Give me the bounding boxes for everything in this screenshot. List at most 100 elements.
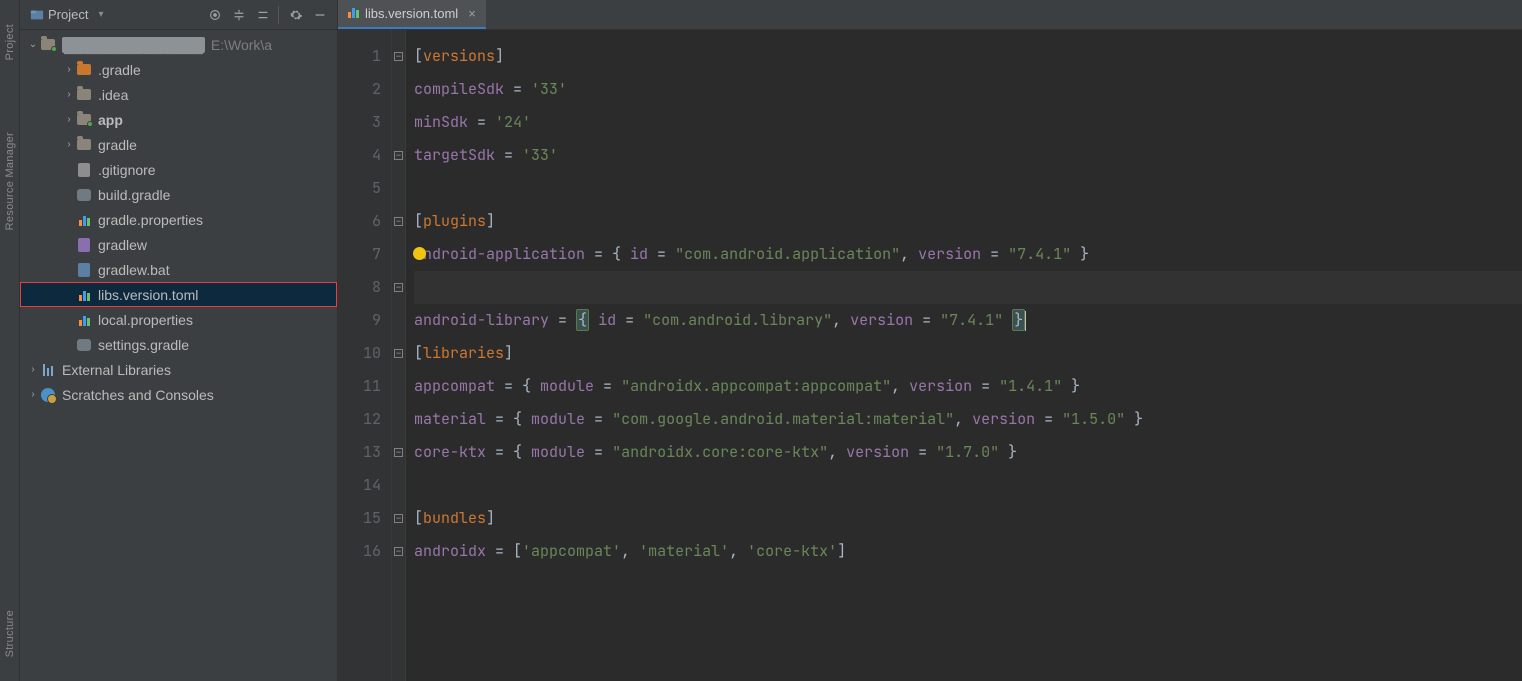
tree-item[interactable]: gradlew (20, 232, 337, 257)
tree-item[interactable]: .gitignore (20, 157, 337, 182)
tree-item[interactable]: build.gradle (20, 182, 337, 207)
expand-all-button[interactable] (228, 4, 250, 26)
tree-item[interactable]: ›Scratches and Consoles (20, 382, 337, 407)
tree-item[interactable]: ›gradle (20, 132, 337, 157)
tree-item[interactable]: gradlew.bat (20, 257, 337, 282)
code-token: [ (414, 46, 423, 66)
code-token: , (832, 310, 850, 330)
fold-marker[interactable]: − (392, 502, 405, 535)
code-token: compileSdk (414, 79, 504, 99)
code-line[interactable]: [bundles] (414, 502, 1522, 535)
project-tree[interactable]: ⌄██████████████E:\Work\a›.gradle›.idea›a… (20, 30, 337, 681)
tree-item-label: .gitignore (98, 162, 156, 178)
code-token: [ (414, 508, 423, 528)
code-line[interactable]: core-ktx = { module = "androidx.core:cor… (414, 436, 1522, 469)
code-line[interactable]: android-application = { id = "com.androi… (414, 238, 1522, 271)
tree-item[interactable]: settings.gradle (20, 332, 337, 357)
file-icon (348, 6, 359, 21)
tree-item-label: gradlew.bat (98, 262, 170, 278)
code-line[interactable]: material = { module = "com.google.androi… (414, 403, 1522, 436)
line-number[interactable]: 14 (338, 469, 381, 502)
close-icon[interactable]: × (468, 6, 476, 21)
code-token: } (1012, 309, 1025, 331)
code-token: "1.5.0" (1062, 409, 1125, 429)
line-number-gutter[interactable]: 12345678910111213141516 (338, 30, 392, 681)
code-line[interactable]: minSdk = '24' (414, 106, 1522, 139)
text-caret (1025, 311, 1026, 331)
code-token: } (1071, 244, 1089, 264)
fold-gutter[interactable]: − − − − − − −− (392, 30, 406, 681)
expand-arrow-icon[interactable]: › (64, 90, 74, 100)
tree-item[interactable]: local.properties (20, 307, 337, 332)
line-number[interactable]: 13 (338, 436, 381, 469)
expand-arrow-icon[interactable]: › (64, 65, 74, 75)
tree-item[interactable]: ›.idea (20, 82, 337, 107)
tree-item-label: local.properties (98, 312, 193, 328)
hide-button[interactable] (309, 4, 331, 26)
file-purple-icon (76, 237, 92, 253)
settings-button[interactable] (285, 4, 307, 26)
code-line[interactable] (414, 172, 1522, 205)
expand-arrow-icon[interactable]: › (28, 390, 38, 400)
line-number[interactable]: 9 (338, 304, 381, 337)
code-content[interactable]: [versions]compileSdk = '33'minSdk = '24'… (406, 30, 1522, 681)
line-number[interactable]: 7 (338, 238, 381, 271)
line-number[interactable]: 15 (338, 502, 381, 535)
fold-marker[interactable]: − (392, 337, 405, 370)
line-number[interactable]: 12 (338, 403, 381, 436)
line-number[interactable]: 4 (338, 139, 381, 172)
line-number[interactable]: 6 (338, 205, 381, 238)
line-number[interactable]: 1 (338, 40, 381, 73)
tree-item[interactable]: ›External Libraries (20, 357, 337, 382)
code-line[interactable]: [versions] (414, 40, 1522, 73)
tree-root[interactable]: ⌄██████████████E:\Work\a (20, 32, 337, 57)
fold-marker[interactable]: − (392, 271, 405, 304)
code-token: android-library (414, 310, 549, 330)
line-number[interactable]: 3 (338, 106, 381, 139)
code-token: = (909, 442, 936, 462)
line-number[interactable]: 10 (338, 337, 381, 370)
expand-arrow-icon (64, 340, 74, 350)
toolwindow-tab-resource-manager[interactable]: Resource Manager (4, 132, 16, 230)
project-view-dropdown[interactable]: ▾ (98, 9, 103, 20)
fold-marker[interactable]: − (392, 40, 405, 73)
tree-item[interactable]: ›app (20, 107, 337, 132)
code-token: appcompat (414, 376, 495, 396)
fold-marker[interactable]: − (392, 535, 405, 568)
fold-marker[interactable]: − (392, 436, 405, 469)
expand-arrow-icon[interactable]: › (64, 140, 74, 150)
expand-arrow-icon[interactable]: › (28, 365, 38, 375)
code-line[interactable]: appcompat = { module = "androidx.appcomp… (414, 370, 1522, 403)
code-token: = (616, 310, 643, 330)
code-token: = { (486, 442, 531, 462)
fold-marker[interactable]: − (392, 205, 405, 238)
code-line-current[interactable]: android-library = { id = "com.android.li… (414, 271, 1522, 304)
code-line[interactable] (414, 469, 1522, 502)
select-opened-file-button[interactable] (204, 4, 226, 26)
line-number[interactable]: 16 (338, 535, 381, 568)
code-line[interactable]: compileSdk = '33' (414, 73, 1522, 106)
fold-marker (392, 73, 405, 106)
code-line[interactable]: [plugins] (414, 205, 1522, 238)
collapse-all-button[interactable] (252, 4, 274, 26)
toolwindow-tab-structure[interactable]: Structure (4, 610, 16, 657)
line-number[interactable]: 11 (338, 370, 381, 403)
expand-arrow-icon[interactable]: ⌄ (28, 40, 38, 50)
line-number[interactable]: 2 (338, 73, 381, 106)
tree-item-selected[interactable]: libs.version.toml (20, 282, 337, 307)
code-line[interactable]: targetSdk = '33' (414, 139, 1522, 172)
fold-marker[interactable]: − (392, 139, 405, 172)
intention-bulb-icon[interactable] (413, 247, 426, 260)
code-token: 'appcompat' (522, 541, 621, 561)
code-line[interactable]: [libraries] (414, 337, 1522, 370)
line-number[interactable]: 8 (338, 271, 381, 304)
tree-item[interactable]: ›.gradle (20, 57, 337, 82)
code-token: libraries (423, 343, 504, 363)
expand-arrow-icon[interactable]: › (64, 115, 74, 125)
editor-tab-libs-version[interactable]: libs.version.toml × (338, 0, 486, 29)
fold-marker (392, 304, 405, 337)
line-number[interactable]: 5 (338, 172, 381, 205)
code-line[interactable]: androidx = ['appcompat', 'material', 'co… (414, 535, 1522, 568)
toolwindow-tab-project[interactable]: Project (4, 24, 16, 60)
tree-item[interactable]: gradle.properties (20, 207, 337, 232)
